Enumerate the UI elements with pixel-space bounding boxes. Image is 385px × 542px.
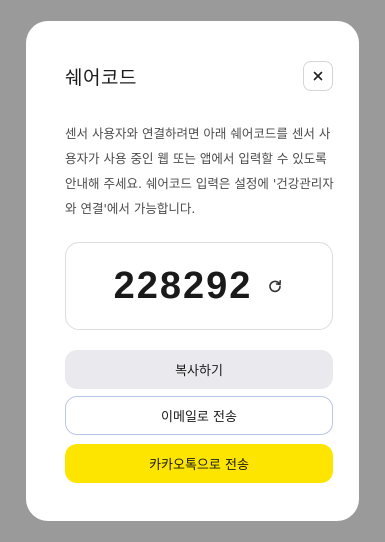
close-button[interactable]: [303, 61, 333, 91]
copy-button[interactable]: 복사하기: [65, 350, 333, 389]
dialog-title: 쉐어코드: [65, 67, 137, 89]
send-email-button[interactable]: 이메일로 전송: [65, 396, 333, 435]
dialog-description: 센서 사용자와 연결하려면 아래 쉐어코드를 센서 사용자가 사용 중인 웹 또…: [65, 126, 334, 216]
close-icon: [313, 71, 323, 81]
refresh-button[interactable]: [266, 277, 284, 295]
share-code-dialog: 쉐어코드 센서 사용자와 연결하려면 아래 쉐어코드를 센서 사용자가 사용 중…: [26, 21, 359, 521]
send-kakaotalk-button[interactable]: 카카오톡으로 전송: [65, 444, 333, 483]
refresh-icon: [269, 280, 282, 293]
share-code-value: 228292: [113, 264, 253, 307]
share-code-box: 228292: [65, 242, 333, 330]
